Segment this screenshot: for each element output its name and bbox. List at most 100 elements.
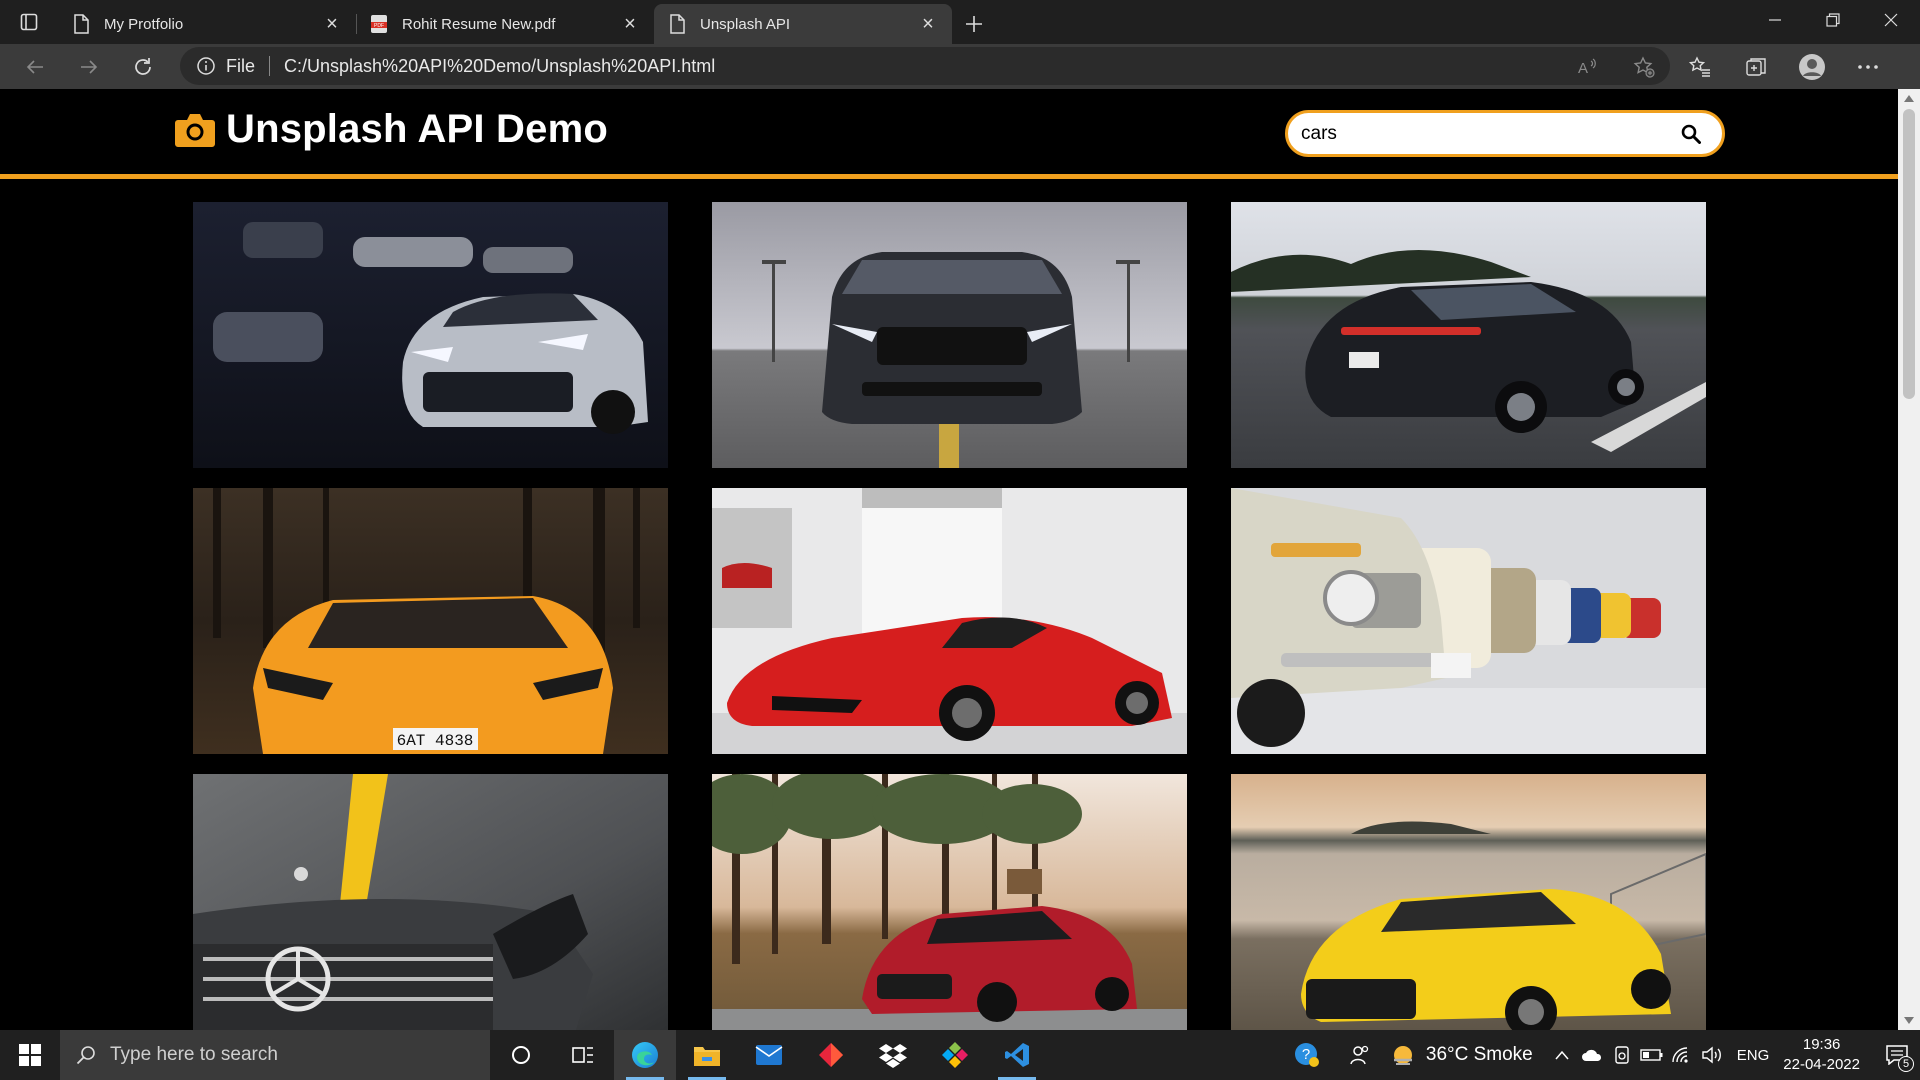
input-language[interactable]: ENG: [1737, 1047, 1770, 1064]
folder-icon: [694, 1047, 720, 1066]
photo-card[interactable]: 6AT 4838: [193, 488, 668, 754]
close-icon[interactable]: ×: [918, 13, 938, 35]
photo-card[interactable]: [1231, 202, 1706, 468]
close-icon[interactable]: ×: [620, 13, 640, 35]
collections-icon: [1746, 57, 1766, 76]
cortana-button[interactable]: [490, 1030, 552, 1080]
car-photo: [193, 774, 668, 1030]
photo-card[interactable]: [712, 202, 1187, 468]
car-photo: [712, 488, 1187, 754]
taskbar-search-placeholder: Type here to search: [110, 1044, 278, 1065]
photo-card[interactable]: [712, 488, 1187, 754]
chevron-up-icon: [1555, 1050, 1569, 1060]
tab-actions-icon: [20, 13, 38, 31]
info-icon[interactable]: [196, 56, 216, 76]
mail-icon: [755, 1045, 783, 1065]
page-icon: [670, 14, 685, 34]
scroll-down-icon[interactable]: [1904, 1017, 1914, 1024]
device-icon: [1615, 1046, 1629, 1064]
minimize-button[interactable]: [1746, 0, 1804, 40]
new-tab-button[interactable]: [952, 4, 996, 44]
car-photo: [712, 774, 1187, 1030]
page-scrollbar[interactable]: [1898, 89, 1920, 1030]
clock[interactable]: 19:36 22-04-2022: [1783, 1035, 1860, 1075]
help-button[interactable]: ?: [1284, 1030, 1330, 1080]
tab-unsplash-api[interactable]: Unsplash API ×: [654, 4, 952, 44]
back-button[interactable]: [8, 47, 62, 87]
search-form: [1285, 110, 1725, 157]
add-favorite-button[interactable]: [1616, 44, 1672, 89]
svg-text:PDF: PDF: [374, 23, 384, 29]
profile-button[interactable]: [1784, 44, 1840, 89]
taskbar-mail[interactable]: [738, 1030, 800, 1080]
photo-card[interactable]: [1231, 488, 1706, 754]
weather-widget[interactable]: 36°C Smoke: [1390, 1042, 1533, 1068]
car-photo: [193, 202, 668, 468]
favorites-icon: [1689, 55, 1710, 77]
people-button[interactable]: [1330, 1030, 1390, 1080]
help-icon: ?: [1294, 1043, 1319, 1067]
arrow-right-icon: [81, 59, 98, 74]
favorites-button[interactable]: [1672, 44, 1728, 89]
photo-card[interactable]: [193, 774, 668, 1030]
arrow-left-icon: [26, 59, 43, 74]
scroll-up-icon[interactable]: [1904, 95, 1914, 102]
network-tray[interactable]: [1667, 1030, 1697, 1080]
search-icon: [76, 1046, 95, 1065]
notification-center-button[interactable]: 5: [1874, 1030, 1920, 1080]
vscode-icon: [1005, 1043, 1029, 1067]
show-hidden-icons-button[interactable]: [1547, 1030, 1577, 1080]
volume-icon: [1702, 1046, 1721, 1064]
taskbar-app-multicolor[interactable]: [924, 1030, 986, 1080]
settings-menu-button[interactable]: [1840, 44, 1896, 89]
car-photo: 6AT 4838: [193, 488, 668, 754]
start-button[interactable]: [0, 1030, 60, 1080]
refresh-button[interactable]: [116, 47, 170, 87]
search-button[interactable]: [1678, 121, 1704, 147]
taskbar-vscode[interactable]: [986, 1030, 1048, 1080]
svg-text:?: ?: [1302, 1046, 1310, 1063]
window-controls: [1746, 0, 1920, 40]
address-bar[interactable]: File C:/Unsplash%20API%20Demo/Unsplash%2…: [180, 47, 1670, 85]
photo-card[interactable]: [193, 202, 668, 468]
address-url[interactable]: C:/Unsplash%20API%20Demo/Unsplash%20API.…: [284, 56, 715, 77]
system-tray: ? 36°C Smoke ENG 19:36 22-04-2022 5: [1284, 1030, 1920, 1080]
collections-button[interactable]: [1728, 44, 1784, 89]
restore-button[interactable]: [1804, 0, 1862, 40]
search-input[interactable]: [1301, 122, 1678, 145]
tab-my-portfolio[interactable]: My Protfolio ×: [58, 4, 356, 44]
onedrive-tray[interactable]: [1577, 1030, 1607, 1080]
close-icon[interactable]: ×: [322, 13, 342, 35]
brand: Unsplash API Demo: [174, 107, 608, 152]
taskbar-edge[interactable]: [614, 1030, 676, 1080]
car-photo: [1231, 202, 1706, 468]
tab-resume-pdf[interactable]: PDF Rohit Resume New.pdf ×: [356, 4, 654, 44]
scroll-thumb[interactable]: [1903, 109, 1915, 399]
tab-title: My Protfolio: [104, 15, 184, 33]
taskbar-search[interactable]: Type here to search: [60, 1030, 490, 1080]
site-info-label[interactable]: File: [226, 56, 255, 77]
taskbar-file-explorer[interactable]: [676, 1030, 738, 1080]
page-header: Unsplash API Demo: [0, 89, 1898, 179]
device-tray[interactable]: [1607, 1030, 1637, 1080]
photo-card[interactable]: [712, 774, 1187, 1030]
cortana-icon: [512, 1046, 530, 1064]
address-divider: [269, 56, 271, 76]
svg-text:A: A: [1578, 60, 1588, 77]
notification-count: 5: [1898, 1056, 1914, 1072]
license-plate: 6AT 4838: [397, 732, 474, 750]
weather-sun-icon: [1393, 1046, 1412, 1065]
taskbar-dropbox[interactable]: [862, 1030, 924, 1080]
photo-grid: 6AT 4838: [193, 202, 1707, 1030]
close-window-button[interactable]: [1862, 0, 1920, 40]
windows-icon: [19, 1044, 41, 1066]
task-view-button[interactable]: [552, 1030, 614, 1080]
battery-tray[interactable]: [1637, 1030, 1667, 1080]
page-title: Unsplash API Demo: [226, 107, 608, 151]
read-aloud-button[interactable]: A: [1560, 44, 1616, 89]
photo-card[interactable]: [1231, 774, 1706, 1030]
forward-button[interactable]: [62, 47, 116, 87]
taskbar-app-red[interactable]: [800, 1030, 862, 1080]
volume-tray[interactable]: [1697, 1030, 1727, 1080]
tab-actions-button[interactable]: [0, 0, 58, 44]
